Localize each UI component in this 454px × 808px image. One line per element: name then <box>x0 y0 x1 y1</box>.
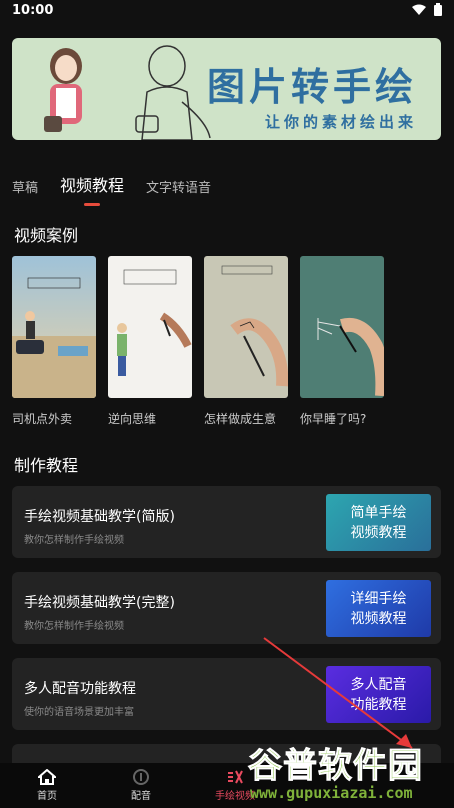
nav-hand-drawn-video-label: 手绘视频 <box>215 791 255 802</box>
case-thumbnail <box>204 256 288 398</box>
case-label: 司机点外卖 <box>12 412 73 426</box>
tutorial-title: 手绘视频基础教学(简版) <box>24 509 175 525</box>
tutorial-subtitle: 教你怎样制作手绘视频 <box>24 621 124 632</box>
status-icons <box>412 3 442 16</box>
tutorial-card[interactable]: 手绘视频基础教学(简版) 教你怎样制作手绘视频 简单手绘 视频教程 <box>12 486 441 558</box>
bottom-nav: 首页 配音 手绘视频 <box>0 763 454 808</box>
case-thumbnail <box>12 256 96 398</box>
promo-banner[interactable]: 图片转手绘 让你的素材绘出来 <box>12 38 441 140</box>
tutorial-button[interactable]: 多人配音 功能教程 <box>326 666 431 723</box>
case-label: 逆向思维 <box>108 412 157 426</box>
cases-list: 司机点外卖 逆向思维 怎样做成生意 你早睡了吗? <box>12 256 384 427</box>
battery-icon <box>434 3 442 16</box>
banner-title: 图片转手绘 <box>206 65 417 109</box>
tutorial-button[interactable]: 详细手绘 视频教程 <box>326 580 431 637</box>
illustration-girl-color <box>44 48 82 132</box>
tutorial-card[interactable]: 手绘视频基础教学(完整) 教你怎样制作手绘视频 详细手绘 视频教程 <box>12 572 441 644</box>
case-item[interactable]: 怎样做成生意 <box>204 256 288 427</box>
banner-tagline: 让你的素材绘出来 <box>264 113 417 131</box>
cases-section-title: 视频案例 <box>14 226 79 245</box>
wifi-icon <box>412 4 426 15</box>
nav-voice[interactable]: 配音 <box>94 763 188 808</box>
tutorials-section-title: 制作教程 <box>14 456 79 475</box>
tutorial-title: 多人配音功能教程 <box>24 681 136 697</box>
case-item[interactable]: 逆向思维 <box>108 256 192 427</box>
tutorial-title: 手绘视频基础教学(完整) <box>24 595 175 611</box>
case-item[interactable]: 你早睡了吗? <box>300 256 384 427</box>
status-time: 10:00 <box>12 3 54 18</box>
tab-drafts[interactable]: 草稿 <box>12 177 38 196</box>
case-thumbnail <box>108 256 192 398</box>
nav-home[interactable]: 首页 <box>0 763 94 808</box>
tutorial-button[interactable]: 简单手绘 视频教程 <box>326 494 431 551</box>
home-icon <box>38 769 56 785</box>
nav-hand-drawn-video[interactable]: 手绘视频 <box>188 763 282 808</box>
tutorial-card[interactable]: 多人配音功能教程 使你的语音场景更加丰富 多人配音 功能教程 <box>12 658 441 730</box>
case-item[interactable]: 司机点外卖 <box>12 256 96 427</box>
illustration-girl-sketch <box>135 45 211 140</box>
tutorial-subtitle: 使你的语音场景更加丰富 <box>24 707 134 718</box>
tab-video-tutorials[interactable]: 视频教程 <box>60 172 124 196</box>
status-bar: 10:00 <box>0 0 454 22</box>
nav-home-label: 首页 <box>37 791 57 802</box>
voice-icon <box>133 769 149 785</box>
nav-voice-label: 配音 <box>131 791 151 802</box>
content-tabs: 草稿 视频教程 文字转语音 <box>12 172 211 196</box>
case-label: 怎样做成生意 <box>204 412 277 426</box>
tab-text-to-speech[interactable]: 文字转语音 <box>146 177 211 196</box>
hand-drawn-video-icon <box>228 770 243 784</box>
case-thumbnail <box>300 256 384 398</box>
tutorial-subtitle: 教你怎样制作手绘视频 <box>24 535 124 546</box>
case-label: 你早睡了吗? <box>300 412 367 426</box>
